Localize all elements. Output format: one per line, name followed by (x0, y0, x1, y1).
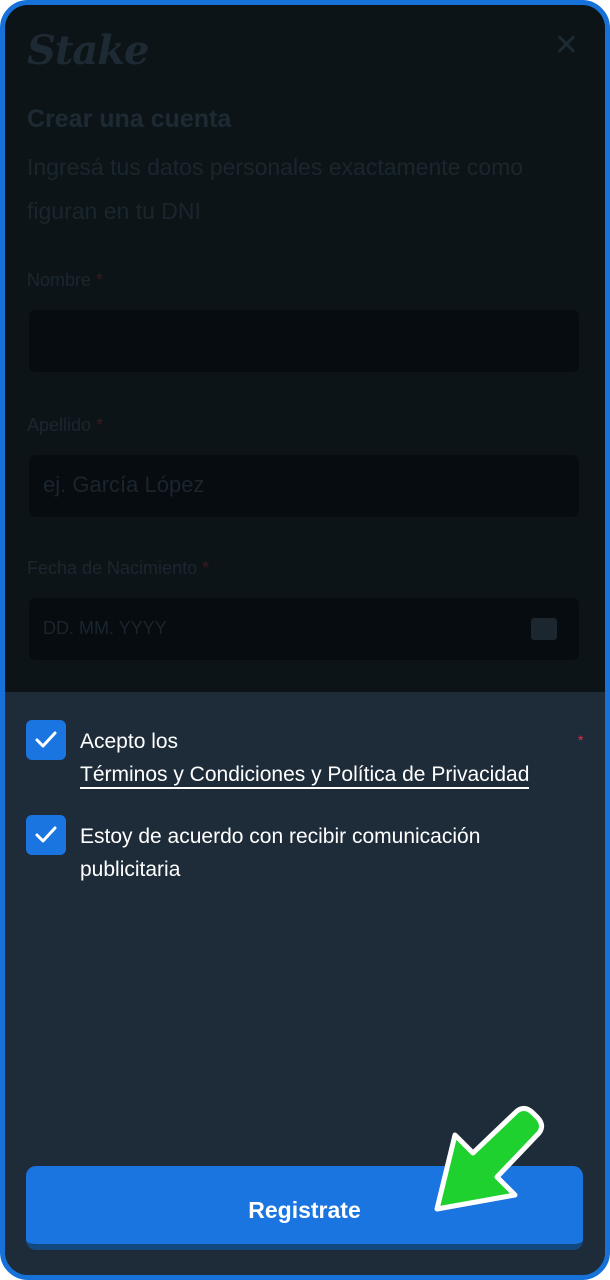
pointer-arrow-icon (434, 1105, 545, 1212)
marketing-checkbox[interactable] (26, 815, 66, 855)
marketing-text-line1: Estoy de acuerdo con recibir comunicació… (80, 825, 481, 848)
marketing-text: Estoy de acuerdo con recibir comunicació… (80, 820, 480, 886)
terms-text: Acepto los Términos y Condiciones y Polí… (80, 725, 530, 791)
marketing-text-line2: publicitaria (80, 858, 181, 881)
terms-link[interactable]: Términos y Condiciones y Política de Pri… (80, 763, 530, 789)
terms-prefix: Acepto los (80, 730, 179, 753)
terms-checkbox[interactable] (26, 720, 66, 760)
terms-required-mark: * (578, 732, 584, 748)
calendar-icon[interactable] (531, 618, 557, 640)
birthdate-input[interactable]: DD. MM. YYYY (29, 598, 579, 660)
last-name-label: Apellido * (27, 415, 104, 435)
check-icon (35, 826, 57, 843)
last-name-input[interactable]: ej. García López (29, 455, 579, 517)
page-title: Crear una cuenta (27, 105, 232, 133)
birthdate-placeholder: DD. MM. YYYY (43, 618, 167, 638)
close-icon[interactable]: ✕ (554, 31, 579, 61)
first-name-input[interactable] (29, 310, 579, 372)
page-subtitle: Ingresá tus datos personales exactamente… (27, 154, 524, 224)
check-icon (35, 731, 57, 748)
signup-modal: Stake ✕ Crear una cuenta Ingresá tus dat… (0, 0, 610, 1280)
brand-logo: Stake (27, 27, 149, 74)
last-name-placeholder: ej. García López (43, 472, 205, 497)
first-name-label: Nombre * (27, 270, 104, 290)
dimmed-form-section: Stake ✕ Crear una cuenta Ingresá tus dat… (5, 5, 605, 692)
birthdate-label: Fecha de Nacimiento * (27, 558, 210, 578)
